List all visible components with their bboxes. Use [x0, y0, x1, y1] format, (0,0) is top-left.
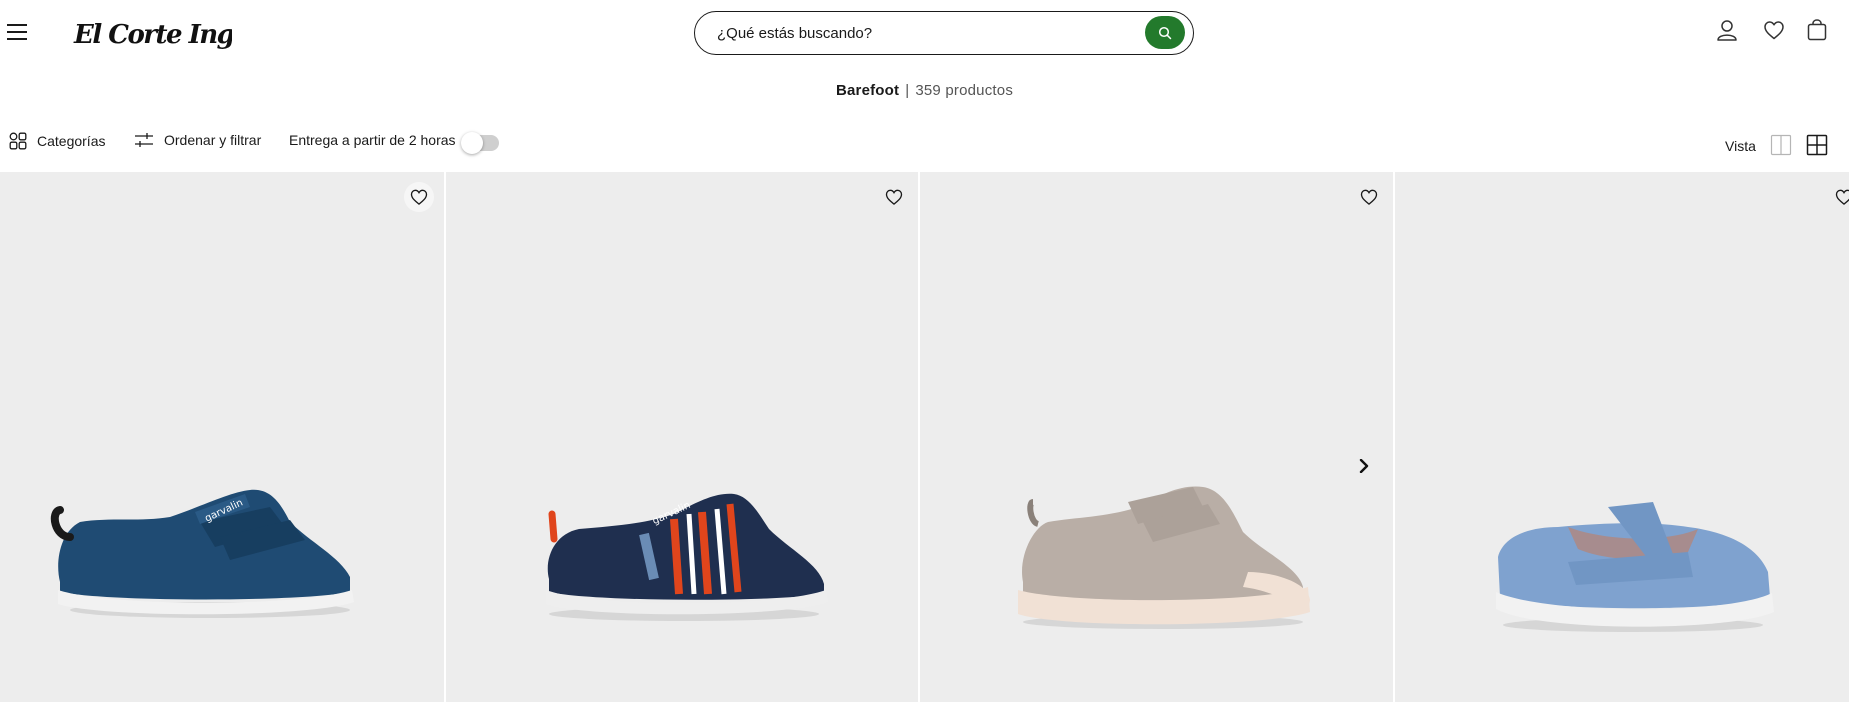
result-count-label: productos [945, 82, 1014, 99]
search-icon [1158, 26, 1172, 39]
product-card[interactable] [1395, 172, 1849, 702]
hamburger-menu-icon[interactable] [7, 24, 27, 42]
el-corte-ingles-logo[interactable]: El Corte Inglés [72, 10, 273, 54]
sort-filter-label: Ordenar y filtrar [164, 132, 262, 148]
page-title: Barefoot | 359 productos [0, 82, 1849, 99]
shopping-bag-icon[interactable] [1805, 18, 1829, 42]
delivery-label: Entrega a partir de 2 horas [289, 132, 456, 148]
sort-filter-button[interactable]: Ordenar y filtrar [134, 132, 261, 148]
sliders-icon [135, 133, 153, 147]
categories-grid-icon [9, 132, 27, 150]
product-card[interactable]: garvalin [0, 172, 444, 702]
search-input[interactable] [717, 22, 1117, 44]
product-card[interactable] [920, 172, 1393, 702]
grid-view-icon[interactable] [1805, 133, 1829, 157]
wishlist-heart-icon[interactable] [879, 182, 909, 212]
toggle-knob [461, 132, 483, 154]
product-image [1018, 486, 1310, 629]
delivery-filter: Entrega a partir de 2 horas [289, 132, 456, 148]
wishlist-heart-icon[interactable] [404, 182, 434, 212]
logo-wordmark: El Corte Inglés [73, 20, 232, 50]
carousel-next-arrow[interactable] [1353, 455, 1375, 477]
wishlist-heart-icon[interactable] [1829, 182, 1849, 212]
user-icon[interactable] [1715, 18, 1739, 42]
product-image [1496, 502, 1774, 632]
title-separator: | [905, 82, 910, 99]
product-image: garvalin [546, 493, 828, 621]
search-button[interactable] [1145, 16, 1185, 49]
wishlist-heart-icon[interactable] [1354, 182, 1384, 212]
product-card[interactable]: garvalin [446, 172, 918, 702]
filter-bar: Categorías Ordenar y filtrar Entrega a p… [0, 128, 1849, 158]
single-column-view-icon[interactable] [1769, 133, 1793, 157]
heart-icon[interactable] [1762, 18, 1786, 42]
categories-button[interactable]: Categorías [9, 132, 105, 150]
search-term: Barefoot [835, 82, 900, 99]
product-grid: garvalin garvalin [0, 172, 1849, 702]
view-label: Vista [1725, 138, 1756, 154]
site-header: El Corte Inglés [0, 0, 1849, 66]
product-image: garvalin [50, 489, 354, 618]
search-bar [694, 11, 1194, 55]
delivery-toggle[interactable] [461, 132, 499, 154]
result-count: 359 [915, 82, 941, 99]
categories-label: Categorías [37, 133, 106, 149]
